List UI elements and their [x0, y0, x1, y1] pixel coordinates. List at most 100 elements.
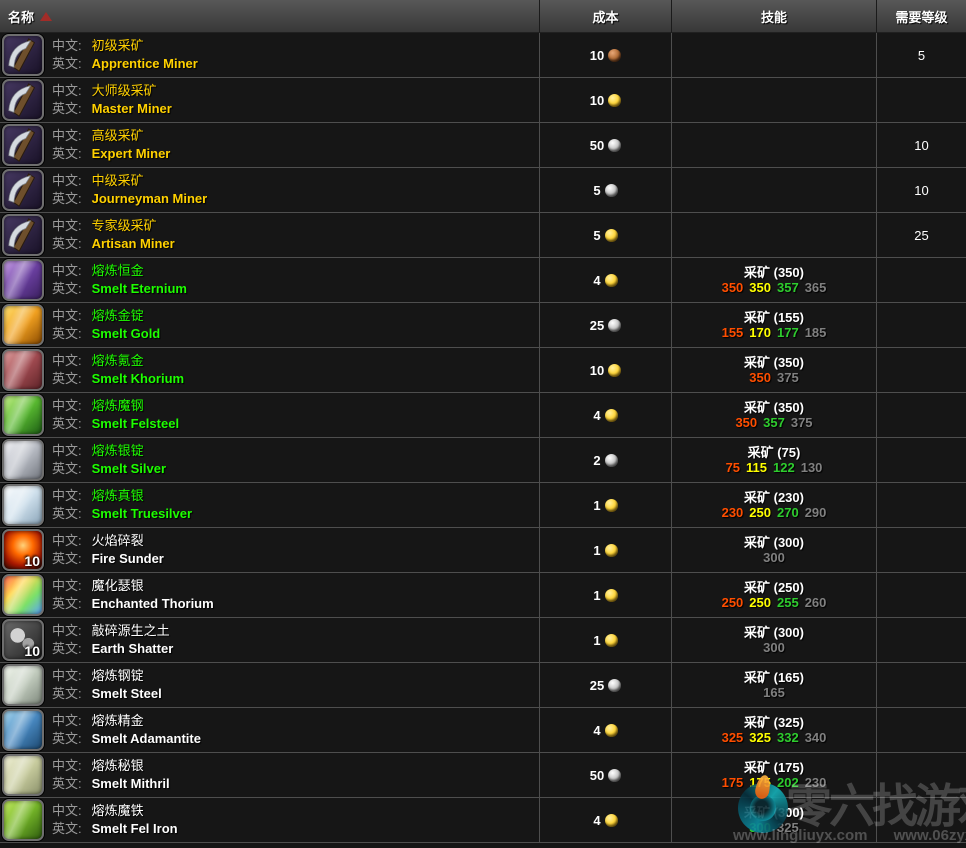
- skill-cell: 采矿 (350) 350357375: [672, 393, 877, 437]
- skill-step-value: 130: [801, 460, 823, 475]
- spell-icon[interactable]: [2, 664, 44, 706]
- skill-cell: 采矿 (250) 250250255260: [672, 573, 877, 617]
- spell-name-english-link[interactable]: Smelt Felsteel: [92, 416, 179, 431]
- icon-shine: [4, 756, 42, 794]
- spell-icon[interactable]: [2, 754, 44, 796]
- skill-requirement: 采矿 (250): [744, 580, 804, 595]
- spell-name-chinese-link[interactable]: 中级采矿: [92, 173, 144, 188]
- table-row[interactable]: 中文:熔炼恒金 英文:Smelt Eternium 4 采矿 (350) 350…: [0, 258, 966, 303]
- name-cell: 中文:熔炼真银 英文:Smelt Truesilver: [0, 483, 540, 527]
- skill-up-thresholds: 230250270290: [719, 505, 830, 520]
- table-row[interactable]: 中文:熔炼魔铁 英文:Smelt Fel Iron 4 采矿 (300) 300…: [0, 798, 966, 843]
- spell-name-chinese-link[interactable]: 大师级采矿: [92, 83, 157, 98]
- table-row[interactable]: 中文:高级采矿 英文:Expert Miner 50 10: [0, 123, 966, 168]
- spell-name-chinese-link[interactable]: 魔化瑟银: [92, 578, 144, 593]
- skill-requirement: 采矿 (75): [748, 445, 801, 460]
- spell-names: 中文:中级采矿 英文:Journeyman Miner: [52, 172, 207, 208]
- spell-name-english-link[interactable]: Enchanted Thorium: [92, 596, 214, 611]
- table-row[interactable]: 中文:熔炼真银 英文:Smelt Truesilver 1 采矿 (230) 2…: [0, 483, 966, 528]
- spell-name-english-link[interactable]: Smelt Eternium: [92, 281, 187, 296]
- chinese-label: 中文:: [52, 713, 82, 728]
- name-cell: 中文:熔炼金锭 英文:Smelt Gold: [0, 303, 540, 347]
- spell-icon[interactable]: [2, 304, 44, 346]
- spell-name-chinese-link[interactable]: 专家级采矿: [92, 218, 157, 233]
- spell-name-chinese-link[interactable]: 火焰碎裂: [92, 533, 144, 548]
- spell-name-english-link[interactable]: Smelt Truesilver: [92, 506, 192, 521]
- table-row[interactable]: 中文:熔炼魔钢 英文:Smelt Felsteel 4 采矿 (350) 350…: [0, 393, 966, 438]
- spell-name-english-link[interactable]: Smelt Adamantite: [92, 731, 201, 746]
- spell-name-chinese-link[interactable]: 熔炼恒金: [92, 263, 144, 278]
- spell-name-english-link[interactable]: Smelt Silver: [92, 461, 166, 476]
- spell-name-chinese-link[interactable]: 熔炼魔铁: [92, 803, 144, 818]
- table-row[interactable]: 10 中文:火焰碎裂 英文:Fire Sunder 1 采矿 (300) 300: [0, 528, 966, 573]
- spell-name-english-link[interactable]: Smelt Gold: [92, 326, 161, 341]
- spell-name-english-link[interactable]: Smelt Khorium: [92, 371, 184, 386]
- name-cell: 中文:中级采矿 英文:Journeyman Miner: [0, 168, 540, 212]
- table-row[interactable]: 中文:初级采矿 英文:Apprentice Miner 10 5: [0, 33, 966, 78]
- spell-icon[interactable]: [2, 124, 44, 166]
- spell-icon[interactable]: [2, 484, 44, 526]
- table-row[interactable]: 中文:中级采矿 英文:Journeyman Miner 5 10: [0, 168, 966, 213]
- spell-icon[interactable]: [2, 439, 44, 481]
- table-row[interactable]: 中文:熔炼精金 英文:Smelt Adamantite 4 采矿 (325) 3…: [0, 708, 966, 753]
- spell-name-english-link[interactable]: Master Miner: [92, 101, 172, 116]
- skill-requirement: 采矿 (350): [744, 355, 804, 370]
- spell-icon[interactable]: 10: [2, 619, 44, 661]
- column-header-skill[interactable]: 技能: [672, 0, 877, 32]
- table-row[interactable]: 中文:大师级采矿 英文:Master Miner 10: [0, 78, 966, 123]
- table-row[interactable]: 中文:魔化瑟银 英文:Enchanted Thorium 1 采矿 (250) …: [0, 573, 966, 618]
- cost-amount: 4: [593, 813, 600, 828]
- spell-name-chinese-link[interactable]: 熔炼魔钢: [92, 398, 144, 413]
- spell-icon[interactable]: [2, 169, 44, 211]
- spell-name-english-link[interactable]: Artisan Miner: [92, 236, 175, 251]
- english-label: 英文:: [52, 236, 82, 251]
- spell-name-english-link[interactable]: Expert Miner: [92, 146, 171, 161]
- table-row[interactable]: 10 中文:敲碎源生之土 英文:Earth Shatter 1 采矿 (300)…: [0, 618, 966, 663]
- skill-up-thresholds: 300: [760, 640, 788, 655]
- spell-icon[interactable]: [2, 214, 44, 256]
- spell-name-chinese-link[interactable]: 熔炼银锭: [92, 443, 144, 458]
- skill-requirement: 采矿 (230): [744, 490, 804, 505]
- spell-icon[interactable]: [2, 259, 44, 301]
- table-row[interactable]: 中文:熔炼金锭 英文:Smelt Gold 25 采矿 (155) 155170…: [0, 303, 966, 348]
- cost-cell: 10: [540, 78, 672, 122]
- spell-name-chinese-link[interactable]: 敲碎源生之土: [92, 623, 170, 638]
- spell-icon[interactable]: [2, 34, 44, 76]
- table-row[interactable]: 中文:熔炼银锭 英文:Smelt Silver 2 采矿 (75) 751151…: [0, 438, 966, 483]
- spell-name-chinese-link[interactable]: 熔炼氪金: [92, 353, 144, 368]
- spell-icon[interactable]: [2, 709, 44, 751]
- coin-icon: [605, 499, 618, 512]
- spell-name-chinese-link[interactable]: 熔炼钢锭: [92, 668, 144, 683]
- spell-icon[interactable]: [2, 574, 44, 616]
- name-cell: 中文:熔炼氪金 英文:Smelt Khorium: [0, 348, 540, 392]
- column-header-name[interactable]: 名称: [0, 0, 540, 32]
- spell-icon[interactable]: 10: [2, 529, 44, 571]
- spell-name-chinese-link[interactable]: 熔炼金锭: [92, 308, 144, 323]
- spell-name-english-link[interactable]: Apprentice Miner: [92, 56, 198, 71]
- spell-name-chinese-link[interactable]: 高级采矿: [92, 128, 144, 143]
- table-row[interactable]: 中文:熔炼钢锭 英文:Smelt Steel 25 采矿 (165) 165: [0, 663, 966, 708]
- spell-name-chinese-link[interactable]: 熔炼真银: [92, 488, 144, 503]
- spell-name-english-link[interactable]: Smelt Steel: [92, 686, 162, 701]
- spell-name-english-link[interactable]: Journeyman Miner: [92, 191, 208, 206]
- table-row[interactable]: 中文:专家级采矿 英文:Artisan Miner 5 25: [0, 213, 966, 258]
- table-row[interactable]: 中文:熔炼氪金 英文:Smelt Khorium 10 采矿 (350) 350…: [0, 348, 966, 393]
- spell-name-english-link[interactable]: Smelt Fel Iron: [92, 821, 178, 836]
- spell-icon[interactable]: [2, 799, 44, 841]
- name-cell: 中文:熔炼魔钢 英文:Smelt Felsteel: [0, 393, 540, 437]
- spell-name-chinese-link[interactable]: 熔炼秘银: [92, 758, 144, 773]
- table-row[interactable]: 中文:熔炼秘银 英文:Smelt Mithril 50 采矿 (175) 175…: [0, 753, 966, 798]
- spell-name-english-link[interactable]: Smelt Mithril: [92, 776, 170, 791]
- column-header-required-level[interactable]: 需要等级: [877, 0, 966, 32]
- spell-name-chinese-link[interactable]: 熔炼精金: [92, 713, 144, 728]
- spell-name-english-link[interactable]: Fire Sunder: [92, 551, 164, 566]
- spell-name-chinese-link[interactable]: 初级采矿: [92, 38, 144, 53]
- spell-icon[interactable]: [2, 349, 44, 391]
- column-header-cost[interactable]: 成本: [540, 0, 672, 32]
- skill-up-thresholds: 300325: [746, 820, 801, 835]
- spell-icon[interactable]: [2, 394, 44, 436]
- spell-name-english-link[interactable]: Earth Shatter: [92, 641, 174, 656]
- spell-icon[interactable]: [2, 79, 44, 121]
- cost-amount: 1: [593, 543, 600, 558]
- skill-cell: 采矿 (155) 155170177185: [672, 303, 877, 347]
